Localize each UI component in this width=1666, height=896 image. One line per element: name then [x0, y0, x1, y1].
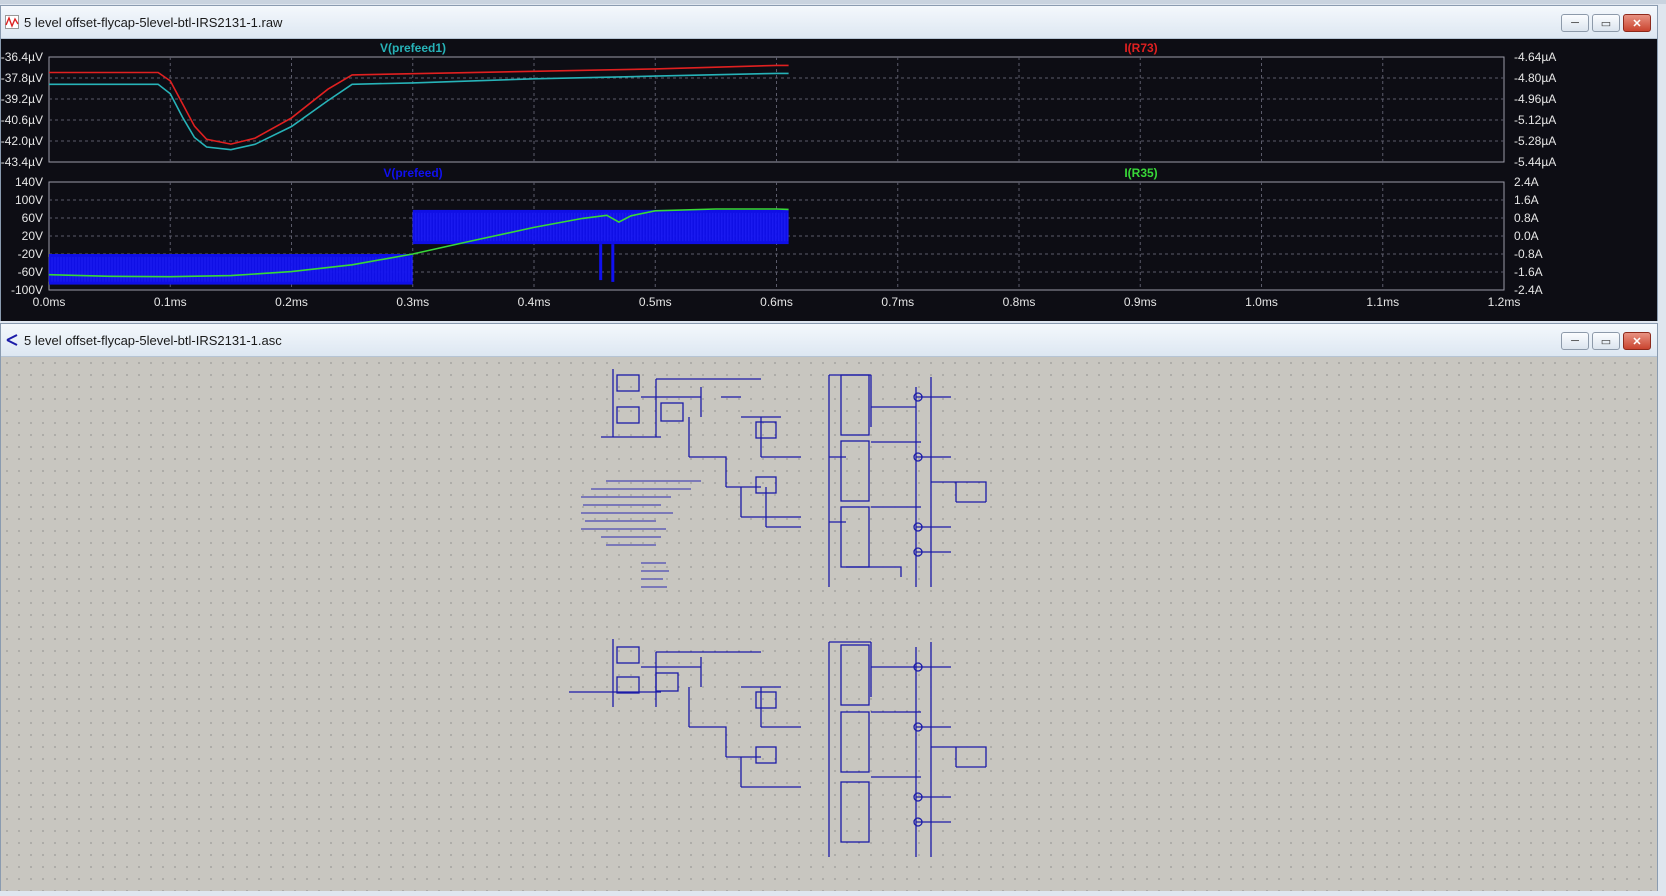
right-axis-tick-label: -5.44µA [1514, 155, 1556, 169]
maximize-button[interactable]: ▭ [1592, 332, 1620, 350]
right-axis-tick-label: 1.6A [1514, 193, 1539, 207]
left-axis-tick-label: 100V [15, 193, 43, 207]
close-button[interactable]: ✕ [1623, 332, 1651, 350]
schematic-drawing [569, 369, 987, 857]
background-window-strip [0, 0, 1666, 4]
trace-line [49, 72, 789, 151]
power-stage-upper [828, 374, 987, 587]
schematic-window-title: 5 level offset-flycap-5level-btl-IRS2131… [24, 332, 282, 348]
right-axis-tick-label: -4.96µA [1514, 92, 1556, 106]
right-axis-tick-label: -4.64µA [1514, 50, 1556, 64]
x-axis-tick-label: 0.5ms [639, 295, 672, 309]
right-axis-tick-label: -1.6A [1514, 265, 1543, 279]
close-button[interactable]: ✕ [1623, 14, 1651, 32]
waveform-chart[interactable]: -36.4µV -37.8µV -39.2µV -40.6µV -42.0µV -43.4… [1, 39, 1657, 321]
left-axis-tick-label: 60V [22, 211, 43, 225]
schematic-window[interactable]: 5 level offset-flycap-5level-btl-IRS2131… [0, 323, 1658, 891]
right-axis-tick-label: -4.80µA [1514, 71, 1556, 85]
schematic-titlebar[interactable]: 5 level offset-flycap-5level-btl-IRS2131… [1, 324, 1657, 357]
x-axis-tick-label: 1.0ms [1245, 295, 1278, 309]
control-circuit-upper [601, 369, 801, 528]
x-axis-tick-label: 1.1ms [1366, 295, 1399, 309]
trace-label: V(prefeed1) [380, 41, 446, 55]
left-axis-tick-label: 140V [15, 175, 43, 189]
trace-label: I(R35) [1124, 166, 1157, 180]
x-axis-tick-label: 0.2ms [275, 295, 308, 309]
left-axis-tick-label: -42.0µV [1, 134, 43, 148]
spice-directives [581, 480, 701, 588]
left-axis-tick-label: 20V [22, 229, 43, 243]
waveform-titlebar[interactable]: 5 level offset-flycap-5level-btl-IRS2131… [1, 6, 1657, 39]
right-axis-tick-label: 2.4A [1514, 175, 1539, 189]
right-axis-tick-label: -5.12µA [1514, 113, 1556, 127]
x-axis-tick-label: 0.6ms [760, 295, 793, 309]
x-axis-tick-label: 1.2ms [1488, 295, 1521, 309]
right-axis-tick-label: 0.8A [1514, 211, 1539, 225]
waveform-window-title: 5 level offset-flycap-5level-btl-IRS2131… [24, 14, 283, 30]
schematic-canvas[interactable] [1, 357, 1657, 891]
left-axis-tick-label: -40.6µV [1, 113, 43, 127]
right-axis-tick-label: -0.8A [1514, 247, 1543, 261]
right-axis-tick-label: -5.28µA [1514, 134, 1556, 148]
waveform-plot-area[interactable]: -36.4µV -37.8µV -39.2µV -40.6µV -42.0µV -43.4… [1, 39, 1657, 321]
schematic-icon [6, 334, 18, 346]
x-axis-tick-label: 0.3ms [396, 295, 429, 309]
x-axis-tick-label: 0.7ms [881, 295, 914, 309]
left-axis-tick-label: -60V [18, 265, 43, 279]
x-axis-tick-label: 0.0ms [33, 295, 66, 309]
left-axis-tick-label: -20V [18, 247, 43, 261]
trace-line [49, 64, 789, 145]
maximize-button[interactable]: ▭ [1592, 14, 1620, 32]
x-axis-tick-label: 0.9ms [1124, 295, 1157, 309]
x-axis-tick-label: 0.8ms [1003, 295, 1036, 309]
trace-label: I(R73) [1124, 41, 1157, 55]
left-axis-tick-label: -39.2µV [1, 92, 43, 106]
right-axis-tick-label: 0.0A [1514, 229, 1539, 243]
switching-waveform-band [412, 209, 789, 245]
control-circuit-lower [569, 639, 801, 788]
waveform-icon [5, 15, 19, 29]
left-axis-tick-label: -37.8µV [1, 71, 43, 85]
x-axis-tick-label: 0.4ms [518, 295, 551, 309]
power-stage-lower [828, 641, 987, 857]
minimize-button[interactable]: ─ [1561, 332, 1589, 350]
left-axis-tick-label: -43.4µV [1, 155, 43, 169]
left-axis-tick-label: -36.4µV [1, 50, 43, 64]
minimize-button[interactable]: ─ [1561, 14, 1589, 32]
trace-label: V(prefeed) [383, 166, 442, 180]
waveform-window[interactable]: 5 level offset-flycap-5level-btl-IRS2131… [0, 5, 1658, 321]
x-axis-tick-label: 0.1ms [154, 295, 187, 309]
